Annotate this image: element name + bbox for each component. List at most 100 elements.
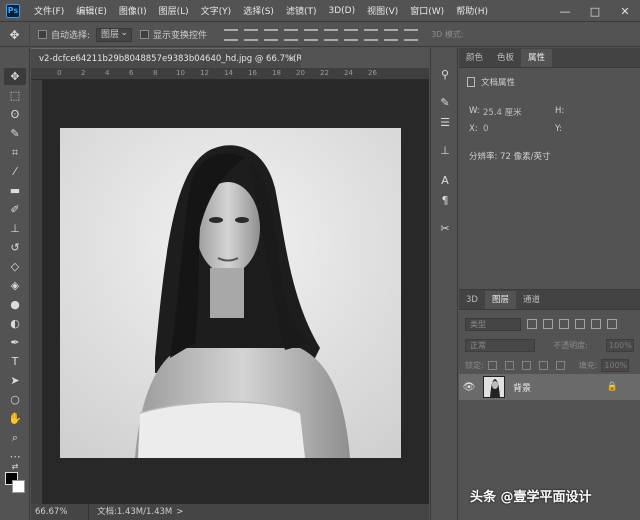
move-tool-icon[interactable]: ✥ (4, 68, 26, 85)
adjustment-filter-icon[interactable] (543, 319, 553, 329)
type-tool-icon[interactable]: T (4, 353, 26, 370)
tab-channels[interactable]: 通道 (516, 291, 547, 309)
menu-image[interactable]: 图像(I) (113, 4, 153, 17)
menu-3d[interactable]: 3D(D) (322, 6, 361, 16)
crop-tool-icon[interactable]: ⌗ (4, 144, 26, 161)
distribute-left-icon[interactable] (404, 28, 419, 41)
menu-type[interactable]: 文字(Y) (195, 4, 238, 17)
lock-all-icon[interactable] (555, 360, 565, 370)
distribute-bottom-icon[interactable] (384, 28, 399, 41)
marquee-tool-icon[interactable]: ⬚ (4, 87, 26, 104)
fill-field[interactable]: 100% (601, 358, 630, 372)
character-panel-icon[interactable]: A (436, 172, 454, 188)
maximize-button[interactable]: □ (580, 0, 610, 22)
auto-select-option[interactable]: 自动选择: (38, 28, 90, 41)
lock-row: 锁定: 填充: 100% (465, 356, 634, 374)
swap-colors-icon[interactable]: ⇄ (4, 460, 26, 472)
align-vcenter-icon[interactable] (244, 28, 259, 41)
move-tool-preset-icon[interactable]: ✥ (0, 24, 30, 45)
document-tab[interactable]: v2-dcfce64211b29b8048857e9383b04640_hd.j… (31, 48, 301, 68)
ellipse-tool-icon[interactable]: ○ (4, 391, 26, 408)
smart-object-filter-icon[interactable] (591, 319, 601, 329)
pen-tool-icon[interactable]: ✒ (4, 334, 26, 351)
type-filter-icon[interactable] (559, 319, 569, 329)
ruler-tick: 26 (368, 69, 377, 77)
tool-presets-panel-icon[interactable]: ✂ (436, 220, 454, 236)
clone-source-panel-icon[interactable]: ⊥ (436, 142, 454, 158)
path-selection-tool-icon[interactable]: ➤ (4, 372, 26, 389)
blend-mode-dropdown[interactable]: 正常 (465, 338, 535, 352)
align-hcenter-icon[interactable] (304, 28, 319, 41)
menu-file[interactable]: 文件(F) (28, 4, 70, 17)
menu-select[interactable]: 选择(S) (237, 4, 280, 17)
distribute-center-icon[interactable] (364, 28, 379, 41)
history-brush-tool-icon[interactable]: ↺ (4, 239, 26, 256)
layer-row-background[interactable]: 👁 背景 🔒 (459, 374, 640, 400)
blur-tool-icon[interactable]: ● (4, 296, 26, 313)
menu-view[interactable]: 视图(V) (361, 4, 404, 17)
x-value[interactable]: 0 (483, 124, 488, 134)
ruler-tick: 2 (81, 69, 86, 77)
status-menu-arrow[interactable]: > (176, 504, 183, 520)
lasso-tool-icon[interactable]: ʘ (4, 106, 26, 123)
show-transform-option[interactable]: 显示变换控件 (140, 28, 207, 41)
align-bottom-icon[interactable] (264, 28, 279, 41)
menu-edit[interactable]: 编辑(E) (70, 4, 113, 17)
auto-select-checkbox[interactable] (38, 30, 47, 39)
menu-layer[interactable]: 图层(L) (153, 4, 195, 17)
align-top-icon[interactable] (224, 28, 239, 41)
pixel-filter-icon[interactable] (527, 319, 537, 329)
close-window-button[interactable]: ✕ (610, 0, 640, 22)
tab-swatches[interactable]: 色板 (490, 49, 521, 67)
paragraph-panel-icon[interactable]: ¶ (436, 192, 454, 208)
dodge-tool-icon[interactable]: ◐ (4, 315, 26, 332)
layer-kind-filter[interactable]: 类型 (465, 317, 521, 331)
background-color-swatch[interactable] (12, 480, 25, 493)
tab-color[interactable]: 颜色 (459, 49, 490, 67)
close-tab-icon[interactable]: × (288, 49, 295, 68)
shape-filter-icon[interactable] (575, 319, 585, 329)
quick-select-tool-icon[interactable]: ✎ (4, 125, 26, 142)
lock-transparency-icon[interactable] (487, 360, 497, 370)
clone-stamp-tool-icon[interactable]: ⊥ (4, 220, 26, 237)
brush-tool-icon[interactable]: ✐ (4, 201, 26, 218)
visibility-eye-icon[interactable]: 👁 (459, 382, 479, 393)
lock-position-icon[interactable] (521, 360, 531, 370)
lock-label: 锁定: (465, 360, 484, 370)
auto-select-target-dropdown[interactable]: 图层 (96, 27, 133, 42)
tab-properties[interactable]: 属性 (521, 49, 553, 67)
align-right-icon[interactable] (324, 28, 339, 41)
show-transform-label: 显示变换控件 (153, 31, 208, 41)
eyedropper-tool-icon[interactable]: ⁄ (4, 163, 26, 180)
horizontal-ruler[interactable]: 0 2 4 6 8 10 12 14 16 18 20 22 24 26 (31, 68, 429, 80)
vertical-ruler[interactable] (31, 80, 43, 504)
tab-3d[interactable]: 3D (459, 291, 485, 309)
healing-brush-tool-icon[interactable]: ▬ (4, 182, 26, 199)
zoom-tool-icon[interactable]: ⌕ (4, 429, 26, 446)
width-value[interactable]: 25.4 厘米 (483, 106, 522, 118)
lock-artboard-icon[interactable] (538, 360, 548, 370)
eraser-tool-icon[interactable]: ◇ (4, 258, 26, 275)
properties-title: 文档属性 (467, 76, 640, 88)
hand-tool-icon[interactable]: ✋ (4, 410, 26, 427)
tab-layers[interactable]: 图层 (484, 291, 516, 309)
paint-bucket-tool-icon[interactable]: ◈ (4, 277, 26, 294)
distribute-top-icon[interactable] (344, 28, 359, 41)
menu-window[interactable]: 窗口(W) (404, 4, 450, 17)
menu-filter[interactable]: 滤镜(T) (280, 4, 323, 17)
adjustments-panel-icon[interactable]: ☰ (436, 114, 454, 130)
history-panel-icon[interactable]: ⚲ (436, 66, 454, 82)
zoom-level-field[interactable]: 66.67% (31, 504, 89, 520)
minimize-button[interactable]: — (550, 0, 580, 22)
show-transform-checkbox[interactable] (140, 30, 150, 39)
opacity-field[interactable]: 100% (605, 338, 634, 352)
layer-name[interactable]: 背景 (513, 381, 531, 394)
brush-panel-icon[interactable]: ✎ (436, 94, 454, 110)
menu-help[interactable]: 帮助(H) (450, 4, 494, 17)
x-label: X: (469, 124, 478, 134)
ruler-tick: 22 (320, 69, 329, 77)
lock-pixels-icon[interactable] (504, 360, 514, 370)
filter-toggle-icon[interactable] (607, 319, 617, 329)
ruler-tick: 10 (176, 69, 185, 77)
align-left-icon[interactable] (284, 28, 299, 41)
